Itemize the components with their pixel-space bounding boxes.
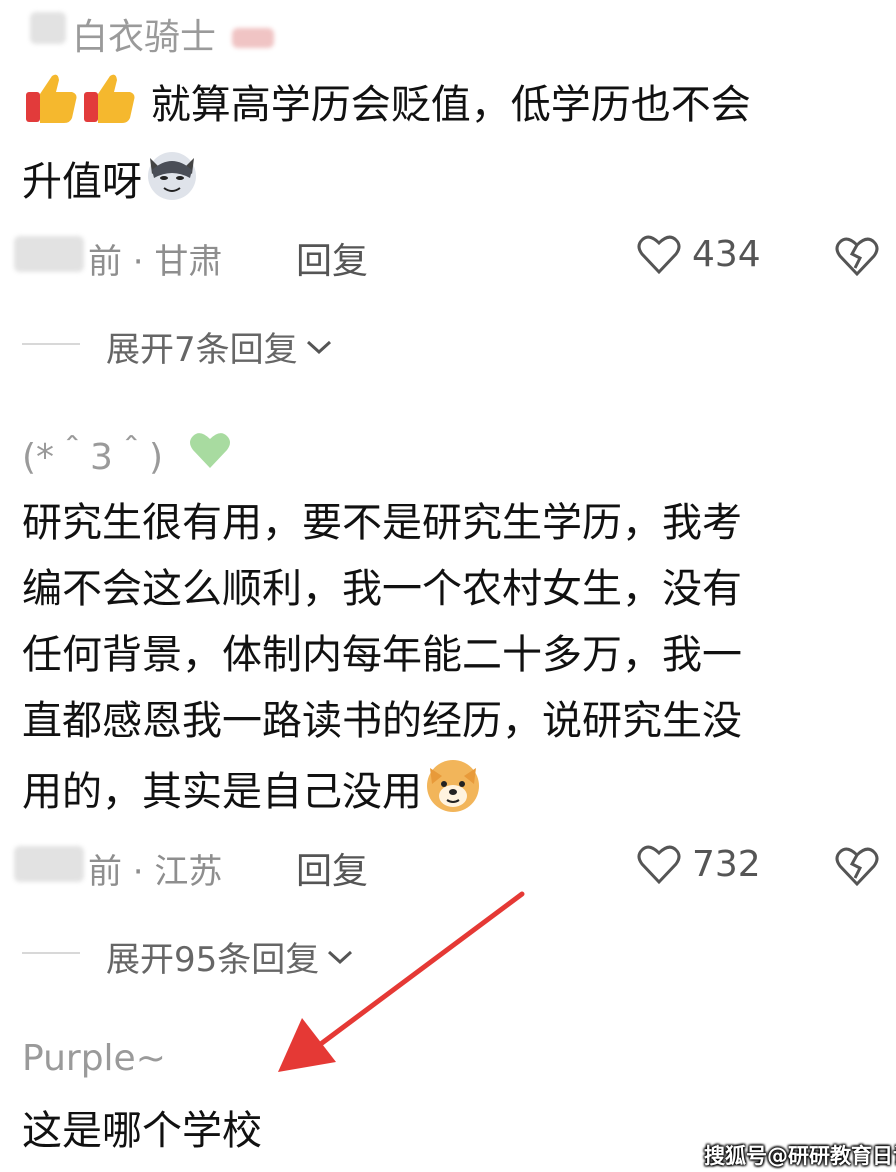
red-arrow-annotation [278, 891, 525, 1072]
watermark: 搜狐号@研研教育日记 [704, 1144, 896, 1168]
